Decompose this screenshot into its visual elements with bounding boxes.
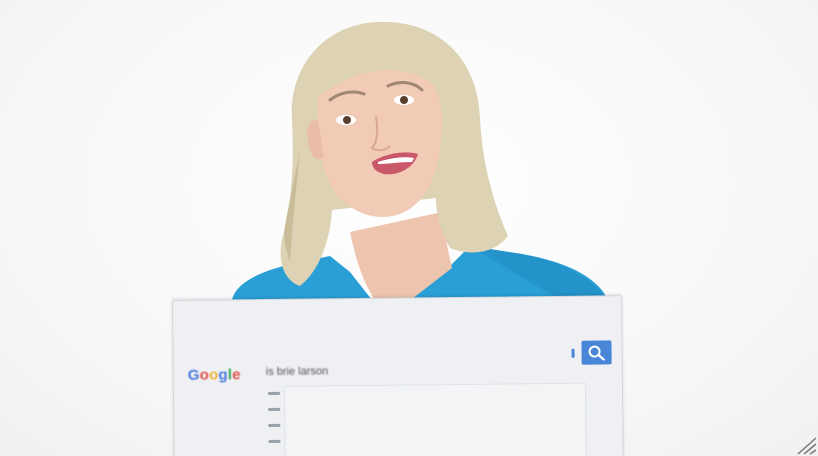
search-card: Google is brie larson bbox=[172, 295, 624, 456]
search-query: is brie larson bbox=[265, 365, 329, 379]
logo-letter: o bbox=[199, 366, 210, 384]
logo-letter: o bbox=[208, 366, 219, 384]
magnifier-icon bbox=[588, 345, 605, 361]
logo-letter: g bbox=[218, 366, 228, 384]
suggestion-panel bbox=[283, 382, 587, 456]
google-logo: Google bbox=[188, 366, 241, 384]
suggestion-marker bbox=[267, 391, 280, 395]
mic-icon bbox=[571, 348, 575, 358]
suggestion-marker bbox=[268, 439, 281, 443]
search-button bbox=[581, 340, 612, 365]
logo-letter: G bbox=[187, 366, 200, 384]
suggestion-marker bbox=[268, 407, 281, 411]
suggestion-marker bbox=[268, 423, 281, 427]
logo-letter: e bbox=[232, 366, 241, 384]
photo-scene: Google is brie larson bbox=[0, 0, 818, 456]
corner-graphic bbox=[797, 437, 817, 455]
